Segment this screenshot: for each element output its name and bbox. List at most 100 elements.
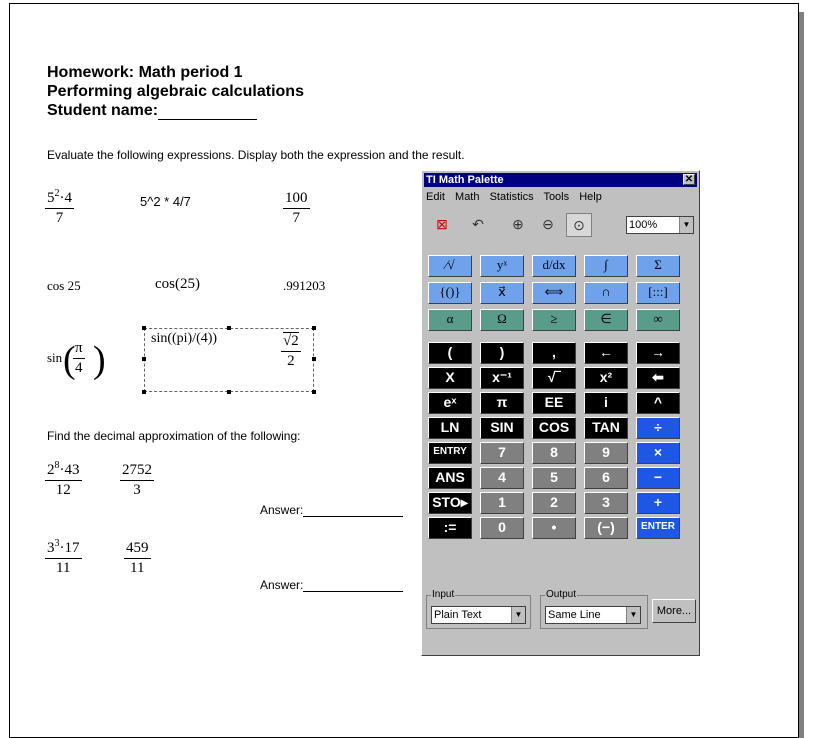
expr-1-result: 100 7 [283, 190, 310, 226]
chevron-down-icon: ▼ [511, 607, 525, 623]
calc-key[interactable]: − [636, 467, 680, 489]
undo-icon[interactable]: ↶ [466, 213, 490, 235]
output-group: Output Same Line ▼ [540, 589, 648, 629]
template-key[interactable]: ⟺ [532, 282, 576, 304]
zoom-in-icon[interactable]: ⊕ [506, 213, 530, 235]
menu-math[interactable]: Math [455, 191, 479, 203]
calc-key[interactable]: ← [584, 342, 628, 364]
calc-key[interactable]: ENTRY [428, 442, 472, 464]
clear-icon[interactable]: ⊠ [430, 213, 454, 235]
calc-key[interactable]: 5 [532, 467, 576, 489]
calc-key[interactable]: 8 [532, 442, 576, 464]
template-key[interactable]: ∞ [636, 309, 680, 331]
calc-key[interactable]: 3 [584, 492, 628, 514]
template-key[interactable]: Σ [636, 255, 680, 277]
template-key[interactable]: x⃗ [480, 282, 524, 304]
calc-key[interactable]: SIN [480, 417, 524, 439]
template-key[interactable]: ∩ [584, 282, 628, 304]
calc-key[interactable]: ANS [428, 467, 472, 489]
zoom-out-icon[interactable]: ⊖ [536, 213, 560, 235]
answer-2: Answer: [260, 578, 404, 592]
calc-key[interactable]: → [636, 342, 680, 364]
template-key[interactable]: Ω [480, 309, 524, 331]
menu-edit[interactable]: Edit [426, 191, 445, 203]
input-label: Input [431, 589, 456, 600]
selected-expression-box[interactable]: sin((pi)/(4)) √2 2 [142, 326, 316, 394]
calc-key[interactable]: x² [584, 367, 628, 389]
output-select[interactable]: Same Line ▼ [545, 606, 641, 624]
expr-4-fraction: 28·43 12 [45, 460, 82, 498]
student-name-label: Student name: [47, 101, 258, 120]
doc-subtitle: Performing algebraic calculations [47, 83, 304, 100]
calc-key[interactable]: := [428, 517, 472, 539]
template-key[interactable]: yˣ [480, 255, 524, 277]
template-key[interactable]: ∈ [584, 309, 628, 331]
calc-key[interactable]: π [480, 392, 524, 414]
input-select[interactable]: Plain Text ▼ [431, 606, 526, 624]
expr-5-fraction: 33·17 11 [45, 538, 82, 576]
menu-tools[interactable]: Tools [543, 191, 569, 203]
expr-3-result: √2 2 [281, 332, 301, 369]
expr-4-result: 2752 3 [120, 462, 154, 498]
calc-key[interactable]: ÷ [636, 417, 680, 439]
more-button[interactable]: More... [652, 599, 696, 623]
expr-2: cos 25 [47, 278, 81, 293]
template-key[interactable]: [:::] [636, 282, 680, 304]
palette-title: TI Math Palette [426, 174, 504, 186]
calc-key[interactable]: √‾ [532, 367, 576, 389]
calc-key[interactable]: EE [532, 392, 576, 414]
template-key[interactable]: d/dx [532, 255, 576, 277]
student-name-line [158, 107, 258, 120]
ti-math-palette[interactable]: TI Math Palette ✕ Edit Math Statistics T… [421, 170, 700, 656]
calc-key[interactable]: • [532, 517, 576, 539]
calc-key[interactable]: 0 [480, 517, 524, 539]
calc-key[interactable]: COS [532, 417, 576, 439]
calc-key[interactable]: TAN [584, 417, 628, 439]
calc-key[interactable]: , [532, 342, 576, 364]
instruction-approximate: Find the decimal approximation of the fo… [47, 429, 301, 443]
calc-key[interactable]: 2 [532, 492, 576, 514]
expr-2-result: .991203 [283, 278, 326, 293]
close-icon[interactable]: ✕ [683, 174, 695, 185]
palette-titlebar[interactable]: TI Math Palette ✕ [424, 173, 697, 187]
calc-key[interactable]: + [636, 492, 680, 514]
template-key[interactable]: {()} [428, 282, 472, 304]
answer-2-line [303, 579, 404, 592]
template-key[interactable]: ≥ [532, 309, 576, 331]
template-key[interactable]: ∫ [584, 255, 628, 277]
calc-key[interactable]: 9 [584, 442, 628, 464]
expr-1-fraction: 52·4 7 [45, 188, 74, 226]
calc-key[interactable]: 7 [480, 442, 524, 464]
calc-key[interactable]: ENTER [636, 517, 680, 539]
calc-key[interactable]: × [636, 442, 680, 464]
calc-key[interactable]: i [584, 392, 628, 414]
calc-key[interactable]: ⬅ [636, 367, 680, 389]
expr-5-result: 459 11 [124, 540, 151, 576]
calc-key[interactable]: eˣ [428, 392, 472, 414]
calc-key[interactable]: x⁻¹ [480, 367, 524, 389]
calc-key[interactable]: 1 [480, 492, 524, 514]
menu-help[interactable]: Help [579, 191, 602, 203]
instruction-evaluate: Evaluate the following expressions. Disp… [47, 148, 465, 162]
template-key[interactable]: α [428, 309, 472, 331]
calc-key[interactable]: X [428, 367, 472, 389]
calc-key[interactable]: ) [480, 342, 524, 364]
menu-statistics[interactable]: Statistics [490, 191, 534, 203]
output-label: Output [545, 589, 578, 600]
calc-key[interactable]: STO▸ [428, 492, 472, 514]
calc-key[interactable]: ^ [636, 392, 680, 414]
answer-1-line [303, 504, 404, 517]
expr-2-plain: cos(25) [155, 276, 200, 292]
expr-3-plain: sin((pi)/(4)) [151, 331, 218, 346]
calc-key[interactable]: LN [428, 417, 472, 439]
zoom-select[interactable]: 100% ▼ [626, 216, 694, 234]
calc-key[interactable]: 6 [584, 467, 628, 489]
palette-toolbar: ⊠ ↶ ⊕ ⊖ ⊙ 100% ▼ [426, 211, 695, 239]
calc-key[interactable]: ( [428, 342, 472, 364]
zoom-fit-icon[interactable]: ⊙ [566, 213, 592, 237]
template-key[interactable]: ⁄√ [428, 255, 472, 277]
calc-key[interactable]: 4 [480, 467, 524, 489]
palette-menubar: Edit Math Statistics Tools Help [426, 191, 609, 203]
calc-key[interactable]: (−) [584, 517, 628, 539]
input-group: Input Plain Text ▼ [426, 589, 531, 629]
